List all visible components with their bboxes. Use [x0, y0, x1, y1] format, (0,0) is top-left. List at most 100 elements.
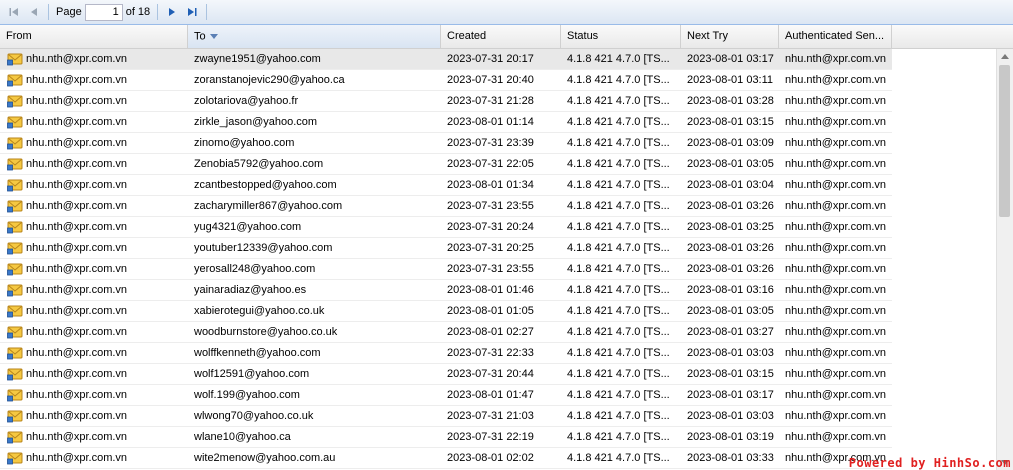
column-header-authenticated-sender[interactable]: Authenticated Sen...	[779, 25, 892, 48]
scroll-up-icon[interactable]	[1001, 54, 1009, 59]
cell-next-try: 2023-08-01 03:15	[687, 368, 774, 380]
cell-created: 2023-07-31 22:33	[447, 347, 534, 359]
cell-next-try: 2023-08-01 03:15	[687, 116, 774, 128]
cell-to: youtuber12339@yahoo.com	[194, 242, 333, 254]
cell-status: 4.1.8 421 4.7.0 [TS...	[567, 221, 670, 233]
cell-status: 4.1.8 421 4.7.0 [TS...	[567, 410, 670, 422]
cell-authenticated-sender: nhu.nth@xpr.com.vn	[785, 179, 887, 191]
cell-to: zinomo@yahoo.com	[194, 137, 295, 149]
page-number-input[interactable]	[84, 3, 123, 21]
column-header-label: Next Try	[687, 30, 728, 42]
cell-created: 2023-08-01 02:02	[447, 452, 534, 464]
table-row[interactable]: nhu.nth@xpr.com.vn yainaradiaz@yahoo.es 20…	[0, 280, 892, 301]
toolbar-separator	[206, 4, 208, 20]
cell-to: wolf.199@yahoo.com	[194, 389, 300, 401]
prev-page-button[interactable]	[24, 2, 44, 22]
table-row[interactable]: nhu.nth@xpr.com.vn wolffkenneth@yahoo.com…	[0, 343, 892, 364]
cell-authenticated-sender: nhu.nth@xpr.com.vn	[785, 74, 887, 86]
cell-created: 2023-07-31 20:25	[447, 242, 534, 254]
cell-next-try: 2023-08-01 03:17	[687, 389, 774, 401]
column-header-created[interactable]: Created	[441, 25, 561, 48]
cell-to: wolffkenneth@yahoo.com	[194, 347, 321, 359]
cell-from: nhu.nth@xpr.com.vn	[26, 116, 128, 128]
cell-authenticated-sender: nhu.nth@xpr.com.vn	[785, 53, 887, 65]
table-row[interactable]: nhu.nth@xpr.com.vn wolf.199@yahoo.com 2023…	[0, 385, 892, 406]
cell-from: nhu.nth@xpr.com.vn	[26, 263, 128, 275]
table-row[interactable]: nhu.nth@xpr.com.vn wlwong70@yahoo.co.uk 20…	[0, 406, 892, 427]
cell-from: nhu.nth@xpr.com.vn	[26, 179, 128, 191]
cell-from: nhu.nth@xpr.com.vn	[26, 221, 128, 233]
table-row[interactable]: nhu.nth@xpr.com.vn zolotariova@yahoo.fr 20…	[0, 91, 892, 112]
cell-created: 2023-07-31 21:03	[447, 410, 534, 422]
cell-to: zcantbestopped@yahoo.com	[194, 179, 337, 191]
table-row[interactable]: nhu.nth@xpr.com.vn zinomo@yahoo.com 2023-0…	[0, 133, 892, 154]
column-header-label: From	[6, 30, 32, 42]
cell-status: 4.1.8 421 4.7.0 [TS...	[567, 452, 670, 464]
cell-status: 4.1.8 421 4.7.0 [TS...	[567, 53, 670, 65]
cell-authenticated-sender: nhu.nth@xpr.com.vn	[785, 368, 887, 380]
cell-created: 2023-07-31 23:55	[447, 200, 534, 212]
column-header-label: To	[194, 30, 206, 43]
cell-next-try: 2023-08-01 03:16	[687, 284, 774, 296]
next-page-icon	[169, 8, 176, 16]
paging-toolbar: Page of 18	[0, 0, 1013, 25]
cell-status: 4.1.8 421 4.7.0 [TS...	[567, 95, 670, 107]
scrollbar-thumb[interactable]	[999, 65, 1010, 217]
table-row[interactable]: nhu.nth@xpr.com.vn Zenobia5792@yahoo.com 2…	[0, 154, 892, 175]
table-row[interactable]: nhu.nth@xpr.com.vn wite2menow@yahoo.com.a…	[0, 448, 892, 469]
cell-to: yug4321@yahoo.com	[194, 221, 302, 233]
table-row[interactable]: nhu.nth@xpr.com.vn zoranstanojevic290@yah…	[0, 70, 892, 91]
cell-created: 2023-08-01 01:34	[447, 179, 534, 191]
cell-to: yerosall248@yahoo.com	[194, 263, 316, 275]
table-row[interactable]: nhu.nth@xpr.com.vn wolf12591@yahoo.com 202…	[0, 364, 892, 385]
cell-created: 2023-07-31 22:19	[447, 431, 534, 443]
cell-created: 2023-08-01 01:05	[447, 305, 534, 317]
table-row[interactable]: nhu.nth@xpr.com.vn yug4321@yahoo.com 2023-…	[0, 217, 892, 238]
table-row[interactable]: nhu.nth@xpr.com.vn zirkle_jason@yahoo.com…	[0, 112, 892, 133]
cell-next-try: 2023-08-01 03:25	[687, 221, 774, 233]
table-row[interactable]: nhu.nth@xpr.com.vn youtuber12339@yahoo.co…	[0, 238, 892, 259]
cell-from: nhu.nth@xpr.com.vn	[26, 53, 128, 65]
cell-next-try: 2023-08-01 03:09	[687, 137, 774, 149]
cell-from: nhu.nth@xpr.com.vn	[26, 305, 128, 317]
cell-to: wite2menow@yahoo.com.au	[194, 452, 336, 464]
last-page-button[interactable]	[182, 2, 202, 22]
cell-from: nhu.nth@xpr.com.vn	[26, 389, 128, 401]
cell-next-try: 2023-08-01 03:33	[687, 452, 774, 464]
cell-created: 2023-07-31 22:05	[447, 158, 534, 170]
cell-from: nhu.nth@xpr.com.vn	[26, 158, 128, 170]
next-page-button[interactable]	[162, 2, 182, 22]
prev-page-icon	[31, 8, 37, 16]
table-row[interactable]: nhu.nth@xpr.com.vn zcantbestopped@yahoo.c…	[0, 175, 892, 196]
cell-authenticated-sender: nhu.nth@xpr.com.vn	[785, 284, 887, 296]
cell-authenticated-sender: nhu.nth@xpr.com.vn	[785, 305, 887, 317]
column-header-to[interactable]: To	[188, 25, 441, 48]
cell-status: 4.1.8 421 4.7.0 [TS...	[567, 284, 670, 296]
cell-next-try: 2023-08-01 03:27	[687, 326, 774, 338]
cell-next-try: 2023-08-01 03:17	[687, 53, 774, 65]
first-page-button[interactable]	[4, 2, 24, 22]
table-row[interactable]: nhu.nth@xpr.com.vn zwayne1951@yahoo.com 20…	[0, 49, 892, 70]
cell-next-try: 2023-08-01 03:11	[687, 74, 774, 86]
cell-status: 4.1.8 421 4.7.0 [TS...	[567, 305, 670, 317]
table-row[interactable]: nhu.nth@xpr.com.vn zacharymiller867@yahoo…	[0, 196, 892, 217]
cell-created: 2023-08-01 01:46	[447, 284, 534, 296]
cell-to: zwayne1951@yahoo.com	[194, 53, 321, 65]
column-header-status[interactable]: Status	[561, 25, 681, 48]
cell-status: 4.1.8 421 4.7.0 [TS...	[567, 431, 670, 443]
table-row[interactable]: nhu.nth@xpr.com.vn wlane10@yahoo.ca 2023-0…	[0, 427, 892, 448]
table-row[interactable]: nhu.nth@xpr.com.vn yerosall248@yahoo.com 2…	[0, 259, 892, 280]
table-row[interactable]: nhu.nth@xpr.com.vn woodburnstore@yahoo.co…	[0, 322, 892, 343]
cell-to: xabierotegui@yahoo.co.uk	[194, 305, 325, 317]
cell-created: 2023-08-01 02:27	[447, 326, 534, 338]
column-header-next-try[interactable]: Next Try	[681, 25, 779, 48]
table-row[interactable]: nhu.nth@xpr.com.vn xabierotegui@yahoo.co.…	[0, 301, 892, 322]
cell-authenticated-sender: nhu.nth@xpr.com.vn	[785, 263, 887, 275]
cell-next-try: 2023-08-01 03:05	[687, 305, 774, 317]
cell-status: 4.1.8 421 4.7.0 [TS...	[567, 200, 670, 212]
column-header-from[interactable]: From	[0, 25, 188, 48]
page-count-label: of 18	[125, 6, 151, 18]
cell-created: 2023-07-31 20:44	[447, 368, 534, 380]
vertical-scrollbar[interactable]	[996, 49, 1013, 470]
cell-next-try: 2023-08-01 03:03	[687, 410, 774, 422]
